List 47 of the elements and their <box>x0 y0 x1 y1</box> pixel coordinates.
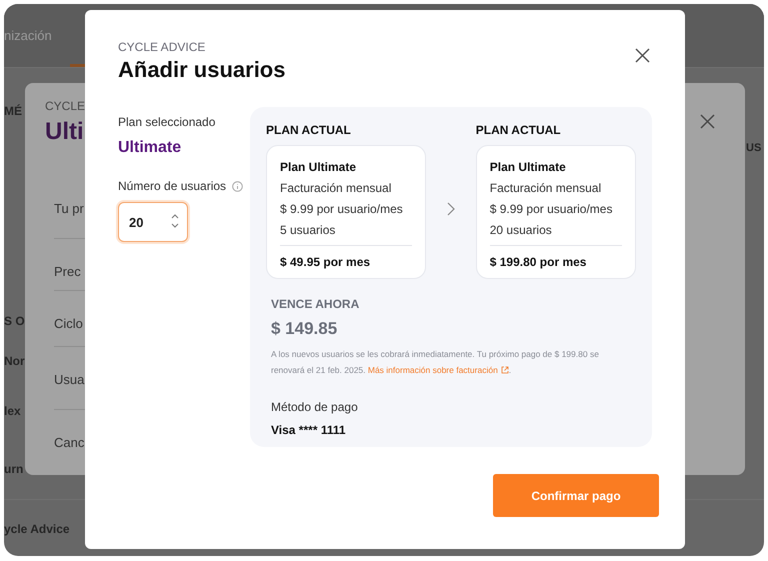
plan-title: Plan Ultimate <box>280 160 358 174</box>
payment-method: Visa **** 1111 <box>271 422 347 438</box>
page-label: ycle Advice <box>4 521 70 538</box>
side-label: US <box>746 141 762 156</box>
row-label: Prec <box>54 263 81 281</box>
due-label: VENCE AHORA <box>271 296 360 313</box>
due-amount: $ 149.85 <box>271 318 338 340</box>
chevron-down-icon[interactable] <box>171 223 179 228</box>
close-button[interactable] <box>635 48 650 63</box>
row-label: Ciclo <box>54 315 83 333</box>
plan-heading: PLAN ACTUAL <box>476 122 562 139</box>
dialog-title: Añadir usuarios <box>118 56 286 84</box>
page-label: Nor <box>4 353 25 370</box>
number-field[interactable]: 20 <box>118 202 188 242</box>
row-label: Usua <box>54 371 84 389</box>
dialog-eyebrow: CYCLE ADVICE <box>118 40 206 54</box>
plan-heading: PLAN ACTUAL <box>266 122 352 139</box>
payment-label: Método de pago <box>271 398 359 416</box>
plan-users: 20 usuarios <box>490 223 553 237</box>
billing-info-link[interactable]: Más información sobre facturación <box>368 362 509 378</box>
page-label: urn <box>4 461 24 478</box>
confirm-button[interactable]: Confirmar pago <box>493 474 659 517</box>
row-label: Canc <box>54 434 84 452</box>
plan-billing: Facturación mensual <box>490 181 602 195</box>
plan-users: 5 usuarios <box>280 223 336 237</box>
page-label: S O <box>4 313 25 330</box>
info-icon[interactable] <box>232 180 244 192</box>
chevron-up-icon[interactable] <box>171 214 179 219</box>
billing-note: A los nuevos usuarios se les cobrará inmediatamente. Tu próximo pago de $ 199.80 se renovará el 21 feb. 2025. Más información sobre facturación . <box>271 346 631 378</box>
plan-name: Ultimate <box>118 138 182 158</box>
dialog-eyebrow: CYCLE <box>45 98 86 115</box>
page-label: lex <box>4 403 21 420</box>
plan-price: $ 9.99 por usuario/mes <box>280 202 404 216</box>
plan-total: $ 49.95 por mes <box>280 255 372 269</box>
external-link-icon <box>500 366 509 374</box>
tab[interactable]: nización <box>4 26 52 46</box>
field-label: Número de usuarios <box>118 178 226 195</box>
dialog-title: Ulti <box>45 117 84 147</box>
plan-billing: Facturación mensual <box>280 181 392 195</box>
page-label: MÉ <box>4 103 22 120</box>
plan-total: $ 199.80 por mes <box>490 255 588 269</box>
row-label: Tu pr <box>54 200 84 218</box>
chevron-right-icon <box>447 202 455 216</box>
field-label: Plan seleccionado <box>118 114 216 131</box>
plan-title: Plan Ultimate <box>490 160 567 174</box>
plan-price: $ 9.99 por usuario/mes <box>490 202 614 216</box>
close-icon[interactable] <box>700 114 715 129</box>
